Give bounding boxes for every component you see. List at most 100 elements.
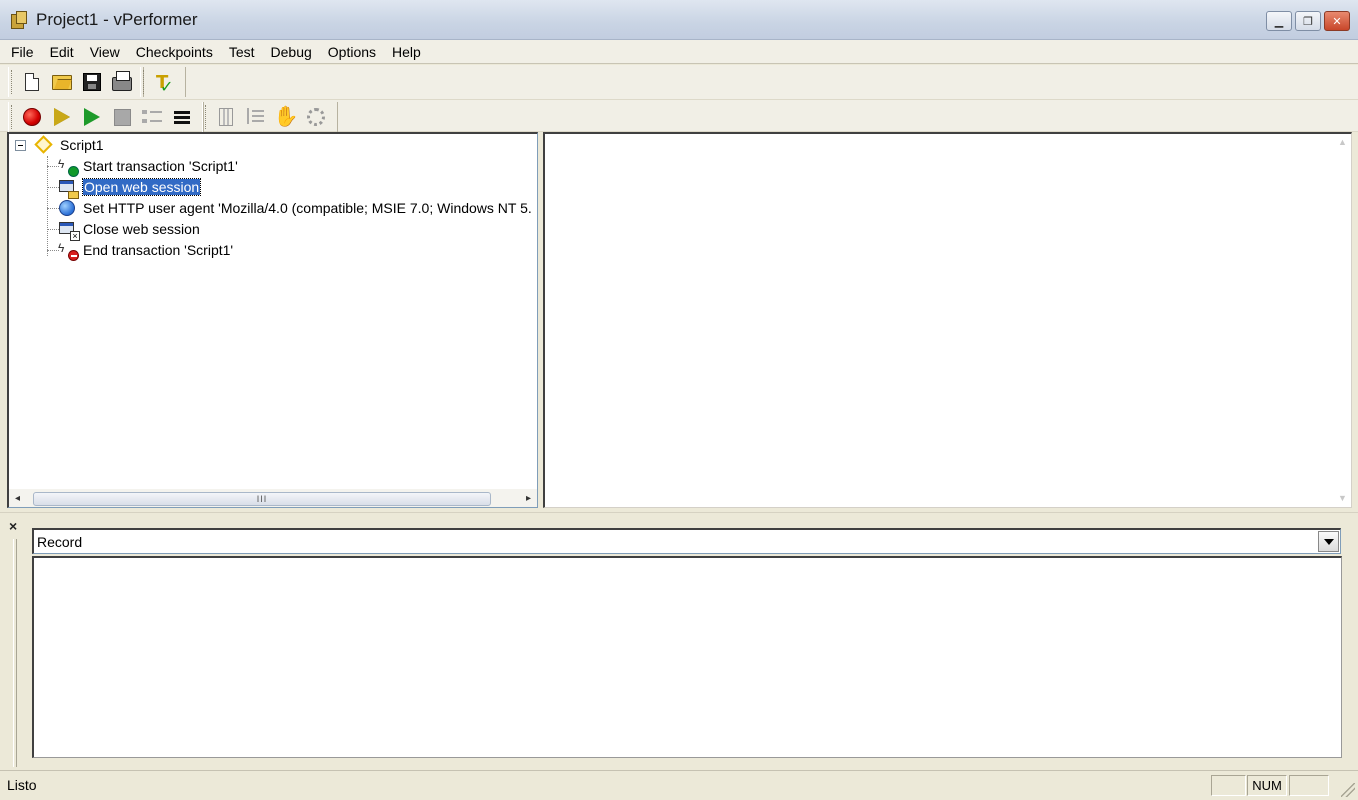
menu-debug[interactable]: Debug <box>263 41 320 63</box>
window-controls: ▁ ❐ ✕ <box>1266 11 1350 31</box>
open-button[interactable] <box>47 69 77 95</box>
toolbar-grip[interactable] <box>11 105 13 129</box>
tree-item-start-transaction[interactable]: ϟ Start transaction 'Script1' <box>58 156 238 177</box>
dropdown-button[interactable] <box>1318 531 1339 552</box>
maximize-button[interactable]: ❐ <box>1295 11 1321 31</box>
output-mode-select[interactable]: Record <box>32 528 1341 554</box>
close-icon: ✕ <box>1332 15 1342 28</box>
save-icon <box>83 73 101 91</box>
open-web-session-icon <box>58 178 79 199</box>
standard-toolbar: T ✓ <box>0 65 1358 100</box>
title-bar: Project1 - vPerformer ▁ ❐ ✕ <box>0 0 1358 40</box>
menu-test[interactable]: Test <box>221 41 263 63</box>
menu-edit[interactable]: Edit <box>42 41 82 63</box>
tree-item-set-http-user-agent[interactable]: Set HTTP user agent 'Mozilla/4.0 (compat… <box>58 198 532 218</box>
scroll-thumb[interactable]: III <box>33 491 491 506</box>
settings-icon <box>307 108 325 126</box>
close-button[interactable]: ✕ <box>1324 11 1350 31</box>
settings-button[interactable] <box>301 104 331 130</box>
checkpoint-icon: T ✓ <box>156 72 174 96</box>
test-toolbar: ✋ <box>0 100 1358 132</box>
run-button[interactable] <box>77 104 107 130</box>
menu-view[interactable]: View <box>82 41 128 63</box>
status-cell-1 <box>1211 775 1246 796</box>
chevron-down-icon <box>1323 538 1334 545</box>
tree-item-label: Close web session <box>83 221 200 237</box>
menu-file[interactable]: File <box>0 41 42 63</box>
tree-item-label: Start transaction 'Script1' <box>83 158 238 174</box>
scroll-down-button[interactable]: ▼ <box>1334 490 1351 507</box>
list-view-icon <box>142 109 162 125</box>
save-button[interactable] <box>77 69 107 95</box>
output-text-area[interactable] <box>32 556 1342 758</box>
vertical-scrollbar[interactable]: ▲ ▼ <box>1334 134 1351 507</box>
menu-help[interactable]: Help <box>384 41 429 63</box>
list-view-button[interactable] <box>137 104 167 130</box>
lines-button[interactable] <box>167 104 197 130</box>
status-bar: Listo NUM <box>0 770 1358 800</box>
step-icon <box>246 108 266 126</box>
scroll-left-icon: ◂ <box>14 492 21 504</box>
play-button[interactable] <box>47 104 77 130</box>
columns-icon <box>219 108 233 126</box>
tree-item-label: Open web session <box>81 178 202 196</box>
stop-icon <box>113 108 131 126</box>
minimize-button[interactable]: ▁ <box>1266 11 1292 31</box>
run-icon <box>84 108 100 126</box>
stop-button[interactable] <box>107 104 137 130</box>
record-button[interactable] <box>17 104 47 130</box>
print-button[interactable] <box>107 69 137 95</box>
start-transaction-icon: ϟ <box>58 157 79 177</box>
output-mode-value: Record <box>37 533 83 550</box>
detail-pane[interactable]: ▲ ▼ <box>543 132 1352 508</box>
hand-icon: ✋ <box>273 106 299 128</box>
script-diamond-icon <box>34 135 53 154</box>
http-globe-icon <box>58 199 76 217</box>
script-tree-pane[interactable]: Script1 ϟ Start transaction 'Script1' Op… <box>7 132 538 508</box>
tree-root-script1[interactable]: Script1 <box>34 135 104 155</box>
minimize-icon: ▁ <box>1274 15 1284 28</box>
new-button[interactable] <box>17 69 47 95</box>
toolbar-grip[interactable] <box>143 70 145 94</box>
tree-item-open-web-session[interactable]: Open web session <box>58 177 202 199</box>
tree-item-close-web-session[interactable]: × Close web session <box>58 219 200 241</box>
tree-item-end-transaction[interactable]: ϟ End transaction 'Script1' <box>58 240 234 261</box>
tree-connector <box>47 156 48 256</box>
panel-grip[interactable] <box>13 539 17 767</box>
output-panel: × Record <box>0 512 1358 770</box>
hand-button[interactable]: ✋ <box>271 104 301 130</box>
scroll-right-icon: ▸ <box>525 492 532 504</box>
scroll-left-button[interactable]: ◂ <box>9 490 26 507</box>
window-title: Project1 - vPerformer <box>36 9 198 29</box>
collapse-toggle[interactable] <box>15 140 26 151</box>
status-cell-3 <box>1289 775 1329 796</box>
panel-close-button[interactable]: × <box>9 519 17 533</box>
menu-checkpoints[interactable]: Checkpoints <box>128 41 221 63</box>
scroll-track[interactable]: III <box>26 490 520 507</box>
toolbar-grip[interactable] <box>11 70 13 94</box>
new-file-icon <box>25 73 39 91</box>
maximize-icon: ❐ <box>1303 15 1313 28</box>
script-tree: Script1 ϟ Start transaction 'Script1' Op… <box>9 134 537 489</box>
status-text: Listo <box>7 777 37 793</box>
debug-toolbar-group: ✋ <box>202 102 338 132</box>
app-icon <box>9 10 29 30</box>
menu-options[interactable]: Options <box>320 41 384 63</box>
checkpoint-button[interactable]: T ✓ <box>149 69 179 96</box>
menu-bar: File Edit View Checkpoints Test Debug Op… <box>0 40 1358 64</box>
lines-icon <box>174 110 190 124</box>
run-toolbar-group <box>8 102 204 132</box>
step-button[interactable] <box>241 104 271 130</box>
file-toolbar-group <box>8 67 144 97</box>
columns-button[interactable] <box>211 104 241 130</box>
horizontal-scrollbar[interactable]: ◂ III ▸ <box>9 489 537 507</box>
scroll-up-button[interactable]: ▲ <box>1334 134 1351 151</box>
tree-item-label: End transaction 'Script1' <box>83 242 234 258</box>
scroll-down-icon: ▼ <box>1338 493 1347 503</box>
scroll-right-button[interactable]: ▸ <box>520 490 537 507</box>
tree-item-label: Set HTTP user agent 'Mozilla/4.0 (compat… <box>83 200 532 216</box>
toolbar-grip[interactable] <box>205 105 207 129</box>
scroll-grip-icon: III <box>256 493 268 504</box>
resize-grip-icon[interactable] <box>1341 783 1355 797</box>
checkpoint-toolbar-group: T ✓ <box>140 67 186 97</box>
